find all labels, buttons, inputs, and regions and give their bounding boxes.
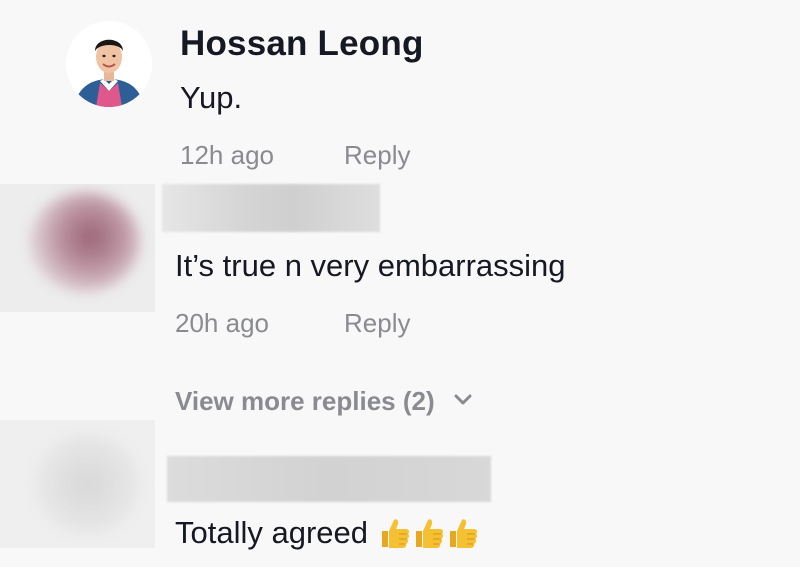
view-more-replies-button[interactable]: View more replies (2) (175, 384, 473, 418)
user-avatar-icon (66, 21, 152, 107)
emoji-group (378, 517, 480, 549)
commenter-avatar[interactable] (66, 21, 152, 107)
comment-timestamp: 12h ago (180, 140, 274, 170)
comment-author[interactable]: Hossan Leong (180, 24, 424, 64)
comment-timestamp: 20h ago (175, 308, 269, 338)
comment-text: Totally agreed (175, 515, 369, 550)
blurred-avatar[interactable] (0, 184, 155, 312)
thumbs-up-icon (450, 519, 478, 548)
view-more-replies-label: View more replies (2) (175, 385, 435, 416)
redacted-author-name (162, 184, 380, 232)
reply-button[interactable]: Reply (344, 308, 410, 339)
redacted-author-name (167, 456, 491, 502)
comment-text: Yup. (180, 80, 243, 115)
thumbs-up-icon (416, 519, 444, 548)
chevron-down-icon (453, 393, 473, 412)
blurred-avatar[interactable] (0, 420, 155, 548)
thumbs-up-icon (382, 519, 410, 548)
reply-button[interactable]: Reply (344, 140, 410, 171)
comment-text: It’s true n very embarrassing (175, 248, 566, 283)
comment-body: Totally agreed (175, 515, 480, 551)
